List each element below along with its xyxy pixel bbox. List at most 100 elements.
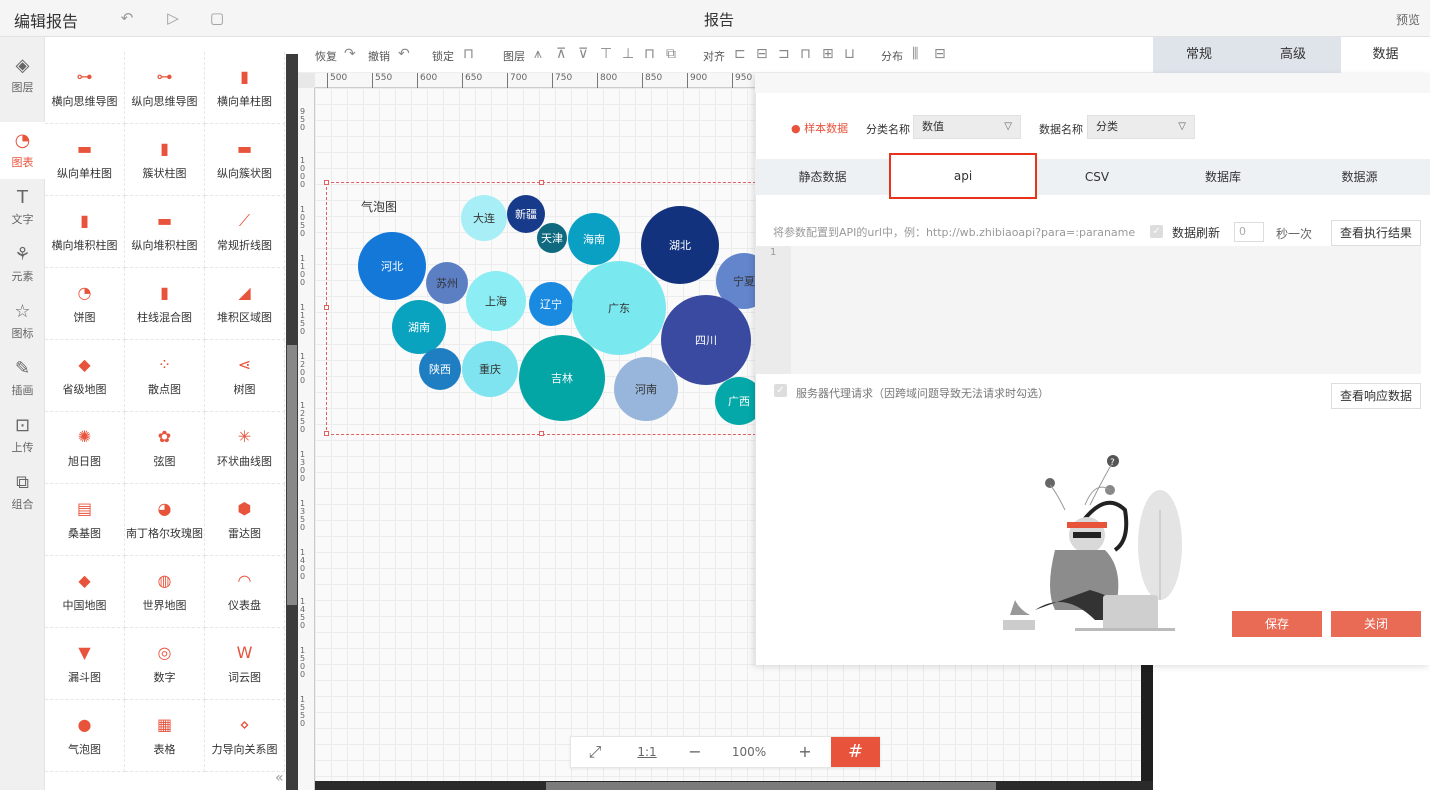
chart-tile[interactable]: ✺ 旭日图 xyxy=(45,412,125,484)
gallery-scroll-thumb[interactable] xyxy=(287,345,297,605)
distribute-button[interactable]: 分布 xyxy=(881,48,903,64)
ruler-top-tick: 600 xyxy=(417,73,437,88)
rail-label: 上传 xyxy=(11,441,34,454)
back-icon[interactable]: ↶ xyxy=(118,9,136,27)
align-middle-icon[interactable]: ⊞ xyxy=(822,46,834,62)
tab-database[interactable]: 数据库 xyxy=(1157,159,1289,195)
layer-top-icon[interactable]: ⊼ xyxy=(556,46,566,62)
layer-up-icon[interactable]: ⩚ xyxy=(534,46,542,62)
align-button[interactable]: 对齐 xyxy=(703,48,725,64)
play-icon[interactable]: ▷ xyxy=(164,9,182,27)
view-response-button[interactable]: 查看响应数据 xyxy=(1331,383,1421,409)
chart-tile[interactable]: ◍ 世界地图 xyxy=(125,556,205,628)
close-button[interactable]: 关闭 xyxy=(1331,611,1421,637)
chart-tile[interactable]: ◢ 堆积区域图 xyxy=(205,268,285,340)
zoom-out-button[interactable]: − xyxy=(671,737,719,767)
zoom-in-button[interactable]: + xyxy=(779,737,831,767)
chart-type-icon: ✳ xyxy=(237,427,252,446)
redo-icon[interactable]: ↷ xyxy=(344,46,356,62)
chart-tile[interactable]: ● 气泡图 xyxy=(45,700,125,772)
chart-tile[interactable]: ▼ 漏斗图 xyxy=(45,628,125,700)
tab-advanced[interactable]: 高级 xyxy=(1247,37,1339,73)
chart-tile[interactable]: ⋄ 力导向关系图 xyxy=(205,700,285,772)
preview-button[interactable]: 预览 xyxy=(1396,11,1420,28)
chart-tile[interactable]: ▮ 簇状柱图 xyxy=(125,124,205,196)
chart-tile[interactable]: ▮ 横向单柱图 xyxy=(205,52,285,124)
lock-icon[interactable]: ⊓ xyxy=(463,46,474,62)
chart-tile[interactable]: ▮ 横向堆积柱图 xyxy=(45,196,125,268)
delete-icon[interactable]: ⊓ xyxy=(644,46,655,62)
chart-tile[interactable]: ▮ 柱线混合图 xyxy=(125,268,205,340)
align-left-icon[interactable]: ⊏ xyxy=(734,46,746,62)
chart-tile[interactable]: ⊶ 纵向思维导图 xyxy=(125,52,205,124)
grid-toggle-button[interactable]: # xyxy=(831,737,880,767)
rail-charts[interactable]: ◔ 图表 xyxy=(0,122,45,179)
chart-tile[interactable]: ◔ 饼图 xyxy=(45,268,125,340)
rail-illustration[interactable]: ✎ 插画 xyxy=(0,350,45,407)
distribute-h-icon[interactable]: ⫼ xyxy=(912,46,918,62)
chart-tile[interactable]: ⬢ 雷达图 xyxy=(205,484,285,556)
chart-tile[interactable]: ▬ 纵向堆积柱图 xyxy=(125,196,205,268)
chart-tile[interactable]: ▬ 纵向单柱图 xyxy=(45,124,125,196)
tab-csv[interactable]: CSV xyxy=(1037,159,1157,195)
layer-button[interactable]: 图层 xyxy=(503,48,525,64)
tab-static-data[interactable]: 静态数据 xyxy=(755,159,890,195)
chart-tile[interactable]: ▤ 桑基图 xyxy=(45,484,125,556)
align-right-icon[interactable]: ⊐ xyxy=(778,46,790,62)
redo-button[interactable]: 恢复 xyxy=(315,48,337,64)
undo-icon[interactable]: ↶ xyxy=(398,46,410,62)
chart-tile[interactable]: ✿ 弦图 xyxy=(125,412,205,484)
align-center-icon[interactable]: ⊟ xyxy=(756,46,768,62)
sample-data-label: 样本数据 xyxy=(804,122,849,135)
rail-upload[interactable]: ⊡ 上传 xyxy=(0,407,45,464)
fit-screen-button[interactable]: ⤢ xyxy=(571,737,619,767)
collapse-icon[interactable]: « xyxy=(275,770,284,786)
save-icon[interactable]: ▢ xyxy=(208,9,226,27)
chart-tile[interactable]: ◠ 仪表盘 xyxy=(205,556,285,628)
chart-tile[interactable]: W 词云图 xyxy=(205,628,285,700)
bubble-label: 辽宁 xyxy=(540,297,562,311)
proxy-checkbox[interactable]: ✓ xyxy=(774,384,787,397)
rail-layers[interactable]: ◈ 图层 xyxy=(0,47,45,104)
chart-tile[interactable]: ⊶ 横向思维导图 xyxy=(45,52,125,124)
tab-data[interactable]: 数据 xyxy=(1341,37,1430,73)
chart-tile[interactable]: ⋖ 树图 xyxy=(205,340,285,412)
save-button[interactable]: 保存 xyxy=(1232,611,1322,637)
chart-tile[interactable]: ⟋ 常规折线图 xyxy=(205,196,285,268)
refresh-interval-input[interactable]: 0 xyxy=(1234,222,1264,242)
chart-tile[interactable]: ⁘ 散点图 xyxy=(125,340,205,412)
bubble-chart: 大连 新疆天津 海南 湖北河北苏州上海 辽宁 广东 宁夏湖南四川陕西 重庆吉林河南广西 xyxy=(358,195,756,425)
chart-tile[interactable]: ◕ 南丁格尔玫瑰图 xyxy=(125,484,205,556)
distribute-v-icon[interactable]: ⊟ xyxy=(934,46,946,62)
lock-button[interactable]: 锁定 xyxy=(432,48,454,64)
chart-tile[interactable]: ◎ 数字 xyxy=(125,628,205,700)
api-code-editor[interactable] xyxy=(755,246,1421,374)
chart-tile[interactable]: ◆ 中国地图 xyxy=(45,556,125,628)
chart-tile[interactable]: ▬ 纵向簇状图 xyxy=(205,124,285,196)
tab-normal[interactable]: 常规 xyxy=(1153,37,1245,73)
data-name-select[interactable]: 分类 ▽ xyxy=(1087,115,1195,139)
rail-group[interactable]: ⧉ 组合 xyxy=(0,464,45,521)
chart-tile[interactable]: ▦ 表格 xyxy=(125,700,205,772)
tab-api[interactable]: api xyxy=(889,153,1037,199)
rail-text[interactable]: T 文字 xyxy=(0,179,45,236)
layer-bottom-icon[interactable]: ⊤ xyxy=(600,46,612,62)
align-top-icon[interactable]: ⊓ xyxy=(800,46,811,62)
rail-icons[interactable]: ☆ 图标 xyxy=(0,293,45,350)
ruler-top-tick: 750 xyxy=(552,73,572,88)
canvas-scroll-thumb[interactable] xyxy=(546,782,996,790)
undo-button[interactable]: 撤销 xyxy=(368,48,390,64)
tab-datasource[interactable]: 数据源 xyxy=(1289,159,1430,195)
actual-size-button[interactable]: 1:1 xyxy=(623,737,671,767)
copy-icon[interactable]: ⧉ xyxy=(666,46,676,62)
sample-data-link[interactable]: ● 样本数据 xyxy=(791,120,848,136)
category-select[interactable]: 数值 ▽ xyxy=(913,115,1021,139)
rail-elements[interactable]: ⚘ 元素 xyxy=(0,236,45,293)
layer-down-icon[interactable]: ⊽ xyxy=(578,46,588,62)
chart-tile[interactable]: ✳ 环状曲线图 xyxy=(205,412,285,484)
view-result-button[interactable]: 查看执行结果 xyxy=(1331,220,1421,246)
layer-bottom2-icon[interactable]: ⊥ xyxy=(622,46,634,62)
refresh-checkbox[interactable]: ✓ xyxy=(1150,225,1163,238)
chart-tile[interactable]: ◆ 省级地图 xyxy=(45,340,125,412)
align-bottom-icon[interactable]: ⊔ xyxy=(844,46,855,62)
